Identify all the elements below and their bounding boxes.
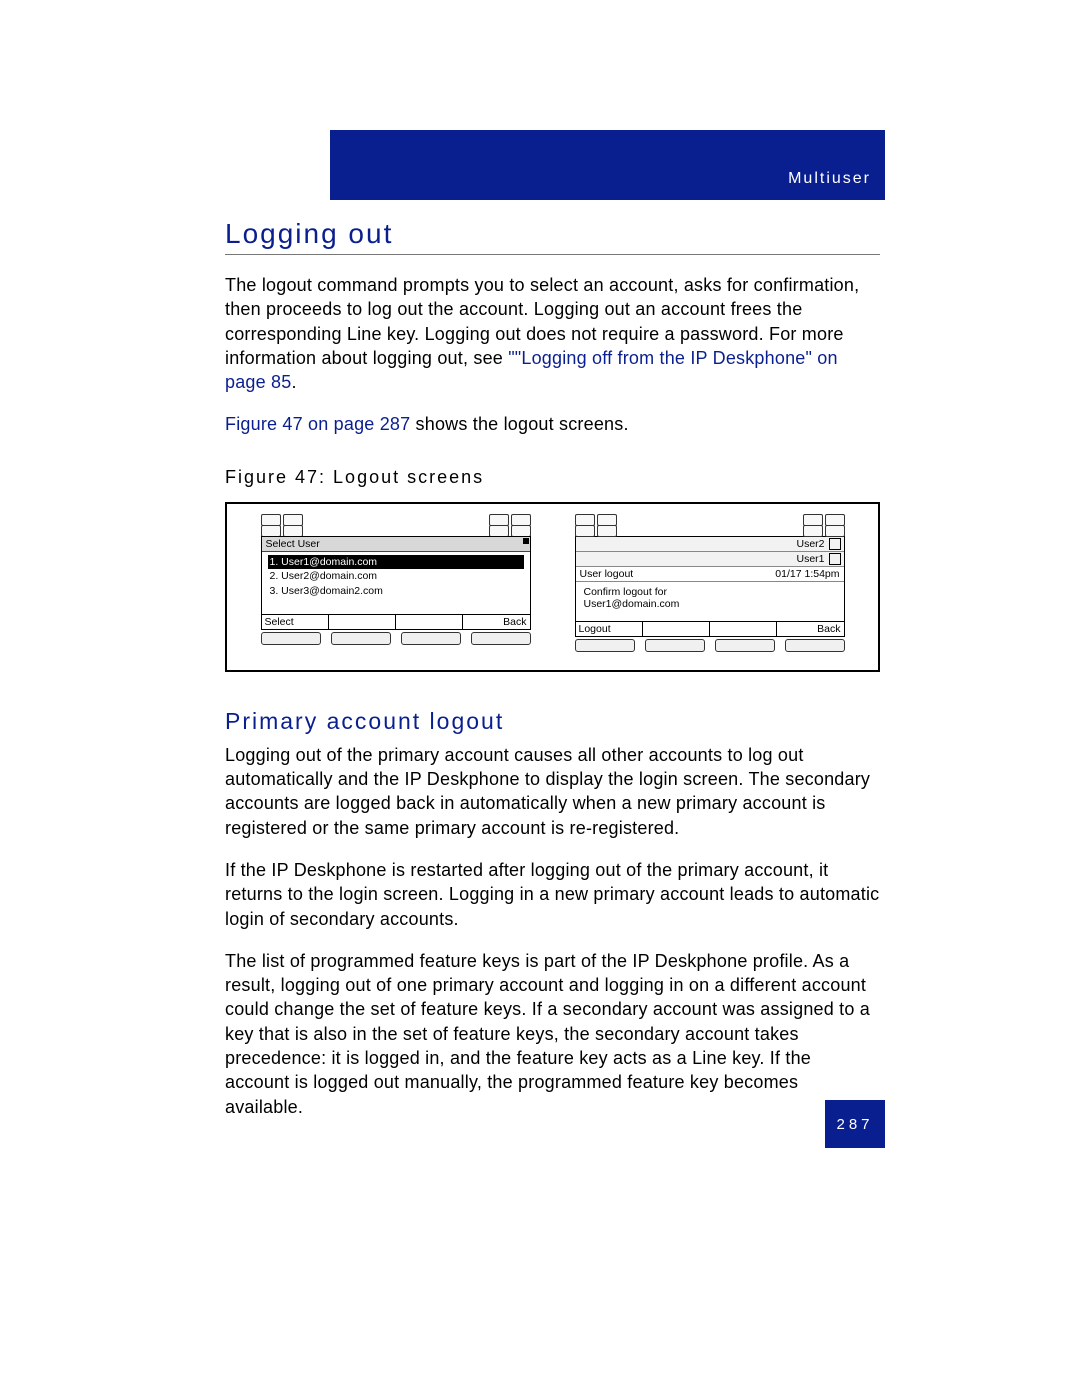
line-key (575, 525, 595, 537)
document-page: Multiuser Logging out The logout command… (0, 0, 1080, 1397)
phone-icon (829, 553, 841, 565)
lcd-title: Select User (262, 537, 530, 552)
hard-softkey (575, 639, 635, 652)
para2-tail: shows the logout screens. (410, 414, 628, 434)
status-left: User logout (580, 568, 634, 580)
line-key (803, 525, 823, 537)
presence-icon (829, 538, 841, 550)
list-item[interactable]: 3. User3@domain2.com (268, 584, 524, 599)
page-number: 287 (825, 1100, 885, 1148)
softkey-empty (329, 615, 396, 629)
status-timestamp: 01/17 1:54pm (775, 568, 839, 580)
hard-softkey (715, 639, 775, 652)
paragraph-5: The list of programmed feature keys is p… (225, 949, 880, 1119)
paragraph-2: Figure 47 on page 287 shows the logout s… (225, 412, 880, 436)
page-title: Logging out (225, 218, 880, 255)
softkey-row: Select Back (262, 614, 530, 629)
line-key (597, 525, 617, 537)
hard-softkey (401, 632, 461, 645)
figure-caption: Figure 47: Logout screens (225, 467, 880, 488)
confirm-text-line2: User1@domain.com (584, 598, 836, 610)
phone-screen-confirm-logout: User2 User1 User logout 01/17 1:54pm Con… (575, 514, 845, 652)
lcd-line-labels: User2 User1 (575, 536, 845, 567)
softkey-row-b: Logout Back (576, 621, 844, 636)
phone-screen-select-user: Select User 1. User1@domain.com 2. User2… (261, 514, 531, 652)
figure-47: Select User 1. User1@domain.com 2. User2… (225, 502, 880, 672)
line-label-text: User2 (796, 538, 824, 550)
line-label-text: User1 (796, 553, 824, 565)
softkey-back[interactable]: Back (463, 615, 530, 629)
hard-softkey (261, 632, 321, 645)
hard-softkey (331, 632, 391, 645)
softkey-empty (710, 622, 777, 636)
line-key (825, 525, 845, 537)
para1-tail: . (291, 372, 296, 392)
softkey-empty (643, 622, 710, 636)
subheading-primary-account-logout: Primary account logout (225, 708, 880, 735)
content-column: Logging out The logout command prompts y… (225, 218, 880, 1119)
confirm-text-line1: Confirm logout for (584, 586, 836, 598)
softkey-select[interactable]: Select (262, 615, 329, 629)
header-section-label: Multiuser (788, 170, 871, 188)
lcd-body: 1. User1@domain.com 2. User2@domain.com … (262, 552, 530, 614)
softkey-empty (396, 615, 463, 629)
line-label-user2: User2 (576, 537, 844, 552)
bottom-softkeys-a (261, 632, 531, 645)
paragraph-4: If the IP Deskphone is restarted after l… (225, 858, 880, 931)
page-number-text: 287 (836, 1116, 873, 1133)
softkey-back[interactable]: Back (777, 622, 844, 636)
lcd-confirm: User logout 01/17 1:54pm Confirm logout … (575, 567, 845, 637)
softkey-logout[interactable]: Logout (576, 622, 643, 636)
line-label-user1: User1 (576, 552, 844, 567)
bottom-softkeys-b (575, 639, 845, 652)
list-item[interactable]: 1. User1@domain.com (268, 555, 524, 570)
paragraph-1: The logout command prompts you to select… (225, 273, 880, 394)
list-item[interactable]: 2. User2@domain.com (268, 569, 524, 584)
header-banner: Multiuser (330, 130, 885, 200)
lcd-select-user: Select User 1. User1@domain.com 2. User2… (261, 536, 531, 630)
paragraph-3: Logging out of the primary account cause… (225, 743, 880, 840)
hard-softkey (785, 639, 845, 652)
link-figure-47[interactable]: Figure 47 on page 287 (225, 414, 410, 434)
hard-softkey (645, 639, 705, 652)
hard-softkey (471, 632, 531, 645)
